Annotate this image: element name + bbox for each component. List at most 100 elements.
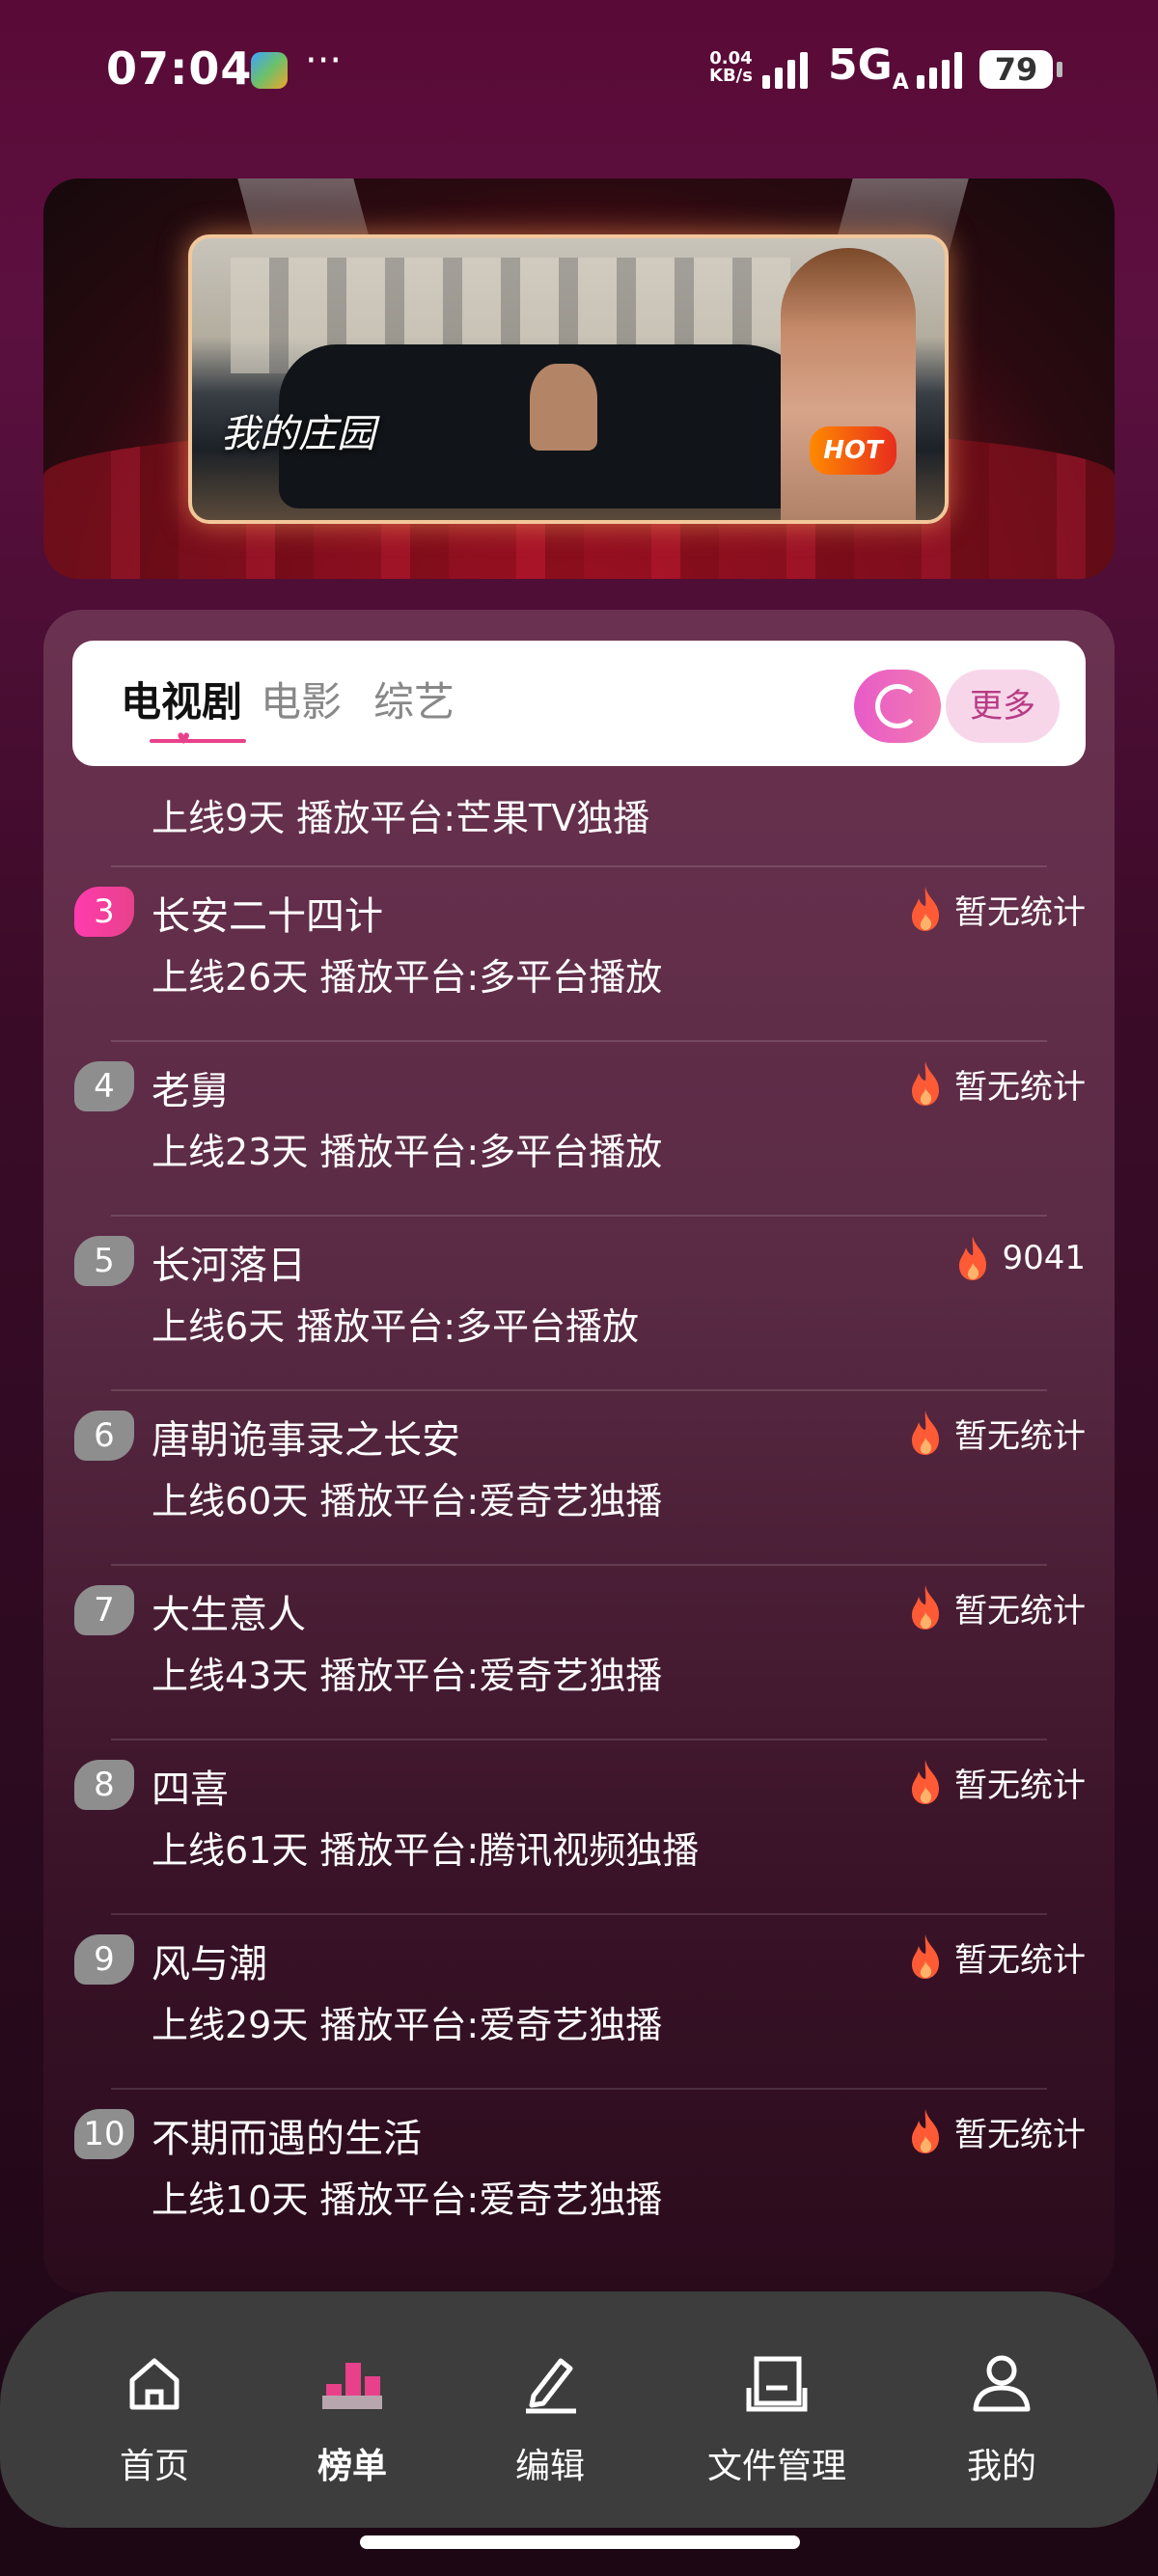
list-item[interactable]: 4 老舅上线23天 播放平台:多平台播放 暂无统计 xyxy=(43,1040,1115,1214)
row-divider xyxy=(111,2088,1047,2090)
active-tab-indicator xyxy=(150,739,246,743)
ranking-card: 电视剧 电影 综艺 ♥ 更多 上线9天 播放平台:芒果TV独播 3 长安二十四计上… xyxy=(43,610,1115,2293)
heat-text: 暂无统计 xyxy=(954,892,1086,932)
tab-variety[interactable]: 综艺 xyxy=(373,670,455,728)
show-title: 风与潮 xyxy=(152,1942,267,1987)
home-indicator[interactable] xyxy=(360,2535,800,2549)
rank-badge: 3 xyxy=(74,887,134,937)
flame-icon xyxy=(912,1934,939,1979)
rank-badge: 10 xyxy=(74,2109,134,2159)
heat-value: 暂无统计 xyxy=(906,1758,1086,1806)
flame-icon xyxy=(912,887,939,931)
heat-value: 暂无统计 xyxy=(906,1932,1086,1981)
refresh-button[interactable] xyxy=(854,670,941,743)
show-title: 大生意人 xyxy=(152,1593,306,1637)
network-speed: 0.04 KB/s xyxy=(709,50,753,85)
row-divider xyxy=(111,1040,1047,1042)
network-type-label: 5G xyxy=(828,41,893,90)
list-item[interactable]: 9 风与潮上线29天 播放平台:爱奇艺独播 暂无统计 xyxy=(43,1913,1115,2087)
show-meta: 上线26天 播放平台:多平台播放 xyxy=(152,956,663,999)
list-item[interactable]: 7 大生意人上线43天 播放平台:爱奇艺独播 暂无统计 xyxy=(43,1564,1115,1738)
rank-badge: 5 xyxy=(74,1236,134,1286)
show-title: 唐朝诡事录之长安 xyxy=(152,1418,460,1463)
show-title: 长河落日 xyxy=(152,1244,306,1288)
nav-label: 我的 xyxy=(966,2447,1036,2486)
row-divider xyxy=(111,1913,1047,1915)
app-notification-icon xyxy=(251,52,288,89)
list-item[interactable]: 8 四喜 上线61天 播放平台:腾讯视频独播 暂无统计 xyxy=(43,1739,1115,1912)
status-bar: 07:04 ··· 0.04 KB/s 5GA 79 xyxy=(0,0,1158,145)
poster-woman xyxy=(781,248,916,520)
nav-label: 编辑 xyxy=(514,2447,585,2486)
more-notifications-icon: ··· xyxy=(305,39,343,83)
heat-text: 暂无统计 xyxy=(954,1067,1086,1107)
row-divider xyxy=(111,1739,1047,1740)
rank-badge: 7 xyxy=(74,1585,134,1635)
rank-badge: 4 xyxy=(74,1061,134,1111)
heat-value: 暂无统计 xyxy=(906,1583,1086,1631)
featured-banner[interactable]: 我的庄园 HOT xyxy=(43,178,1115,579)
show-meta: 上线60天 播放平台:爱奇艺独播 xyxy=(152,1480,663,1522)
nav-item-files[interactable]: 文件管理 xyxy=(690,2349,864,2488)
bottom-nav: 首页 榜单 编辑 文件管理 我的 xyxy=(0,2291,1158,2528)
flame-icon xyxy=(912,1585,939,1630)
heat-value: 暂无统计 xyxy=(906,2107,1086,2155)
show-meta: 上线10天 播放平台:爱奇艺独播 xyxy=(152,2179,663,2221)
row-divider xyxy=(111,865,1047,867)
show-title: 不期而遇的生活 xyxy=(152,2117,422,2161)
chart-icon xyxy=(322,2363,382,2409)
hot-badge: HOT xyxy=(810,426,896,475)
show-meta: 上线43天 播放平台:爱奇艺独播 xyxy=(152,1655,663,1697)
show-title: 长安二十四计 xyxy=(152,894,383,939)
heat-text: 暂无统计 xyxy=(954,1591,1086,1631)
tab-tv-series[interactable]: 电视剧 xyxy=(121,670,242,728)
battery-icon: 79 xyxy=(979,50,1062,89)
category-tabs: 电视剧 电影 综艺 ♥ 更多 xyxy=(72,641,1086,766)
heat-text: 暂无统计 xyxy=(954,2115,1086,2154)
row-divider xyxy=(111,1215,1047,1217)
heat-value: 9041 xyxy=(953,1234,1086,1282)
heart-icon: ♥ xyxy=(177,729,191,748)
rank-badge: 9 xyxy=(74,1934,134,1985)
flame-icon xyxy=(912,1411,939,1455)
row-divider xyxy=(111,1564,1047,1566)
heat-value: 暂无统计 xyxy=(906,1059,1086,1108)
flame-icon xyxy=(959,1236,987,1280)
poster-title: 我的庄园 xyxy=(221,412,375,456)
tab-movies[interactable]: 电影 xyxy=(261,670,342,728)
user-icon xyxy=(973,2355,1031,2412)
flame-icon xyxy=(912,1760,939,1804)
list-item[interactable]: 10 不期而遇的生活上线10天 播放平台:爱奇艺独播 暂无统计 xyxy=(43,2088,1115,2261)
home-icon xyxy=(129,2358,179,2410)
show-meta: 上线23天 播放平台:多平台播放 xyxy=(152,1131,663,1173)
list-item[interactable]: 5 长河落日上线6天 播放平台:多平台播放 9041 xyxy=(43,1215,1115,1388)
signal-icon-2 xyxy=(917,50,962,89)
row-divider xyxy=(111,1389,1047,1391)
heat-text: 暂无统计 xyxy=(954,1766,1086,1805)
heat-value: 暂无统计 xyxy=(906,885,1086,933)
folder-icon xyxy=(746,2356,808,2412)
nav-item-home[interactable]: 首页 xyxy=(68,2349,241,2488)
show-title: 老舅 xyxy=(152,1069,229,1113)
nav-item-edit[interactable]: 编辑 xyxy=(463,2349,637,2488)
show-meta: 上线29天 播放平台:爱奇艺独播 xyxy=(152,2004,663,2046)
list-item[interactable]: 3 长安二十四计上线26天 播放平台:多平台播放 暂无统计 xyxy=(43,865,1115,1039)
list-item-partial-meta: 上线9天 播放平台:芒果TV独播 xyxy=(152,797,650,839)
nav-label: 首页 xyxy=(119,2447,189,2486)
show-meta: 上线61天 播放平台:腾讯视频独播 xyxy=(152,1829,700,1872)
nav-label: 榜单 xyxy=(317,2447,387,2486)
show-meta: 上线6天 播放平台:多平台播放 xyxy=(152,1305,640,1348)
rank-badge: 6 xyxy=(74,1411,134,1461)
poster-boy xyxy=(530,364,597,451)
nav-item-profile[interactable]: 我的 xyxy=(915,2349,1089,2488)
nav-item-ranking[interactable]: 榜单 xyxy=(265,2349,439,2488)
flame-icon xyxy=(912,2109,939,2153)
featured-poster[interactable]: 我的庄园 HOT xyxy=(188,234,949,524)
heat-text: 9041 xyxy=(1002,1239,1086,1277)
heat-text: 暂无统计 xyxy=(954,1940,1086,1980)
flame-icon xyxy=(912,1061,939,1106)
network-speed-unit: KB/s xyxy=(709,66,753,86)
network-type: 5GA xyxy=(828,41,909,95)
list-item[interactable]: 6 唐朝诡事录之长安 上线60天 播放平台:爱奇艺独播 暂无统计 xyxy=(43,1389,1115,1563)
more-button[interactable]: 更多 xyxy=(946,670,1060,743)
